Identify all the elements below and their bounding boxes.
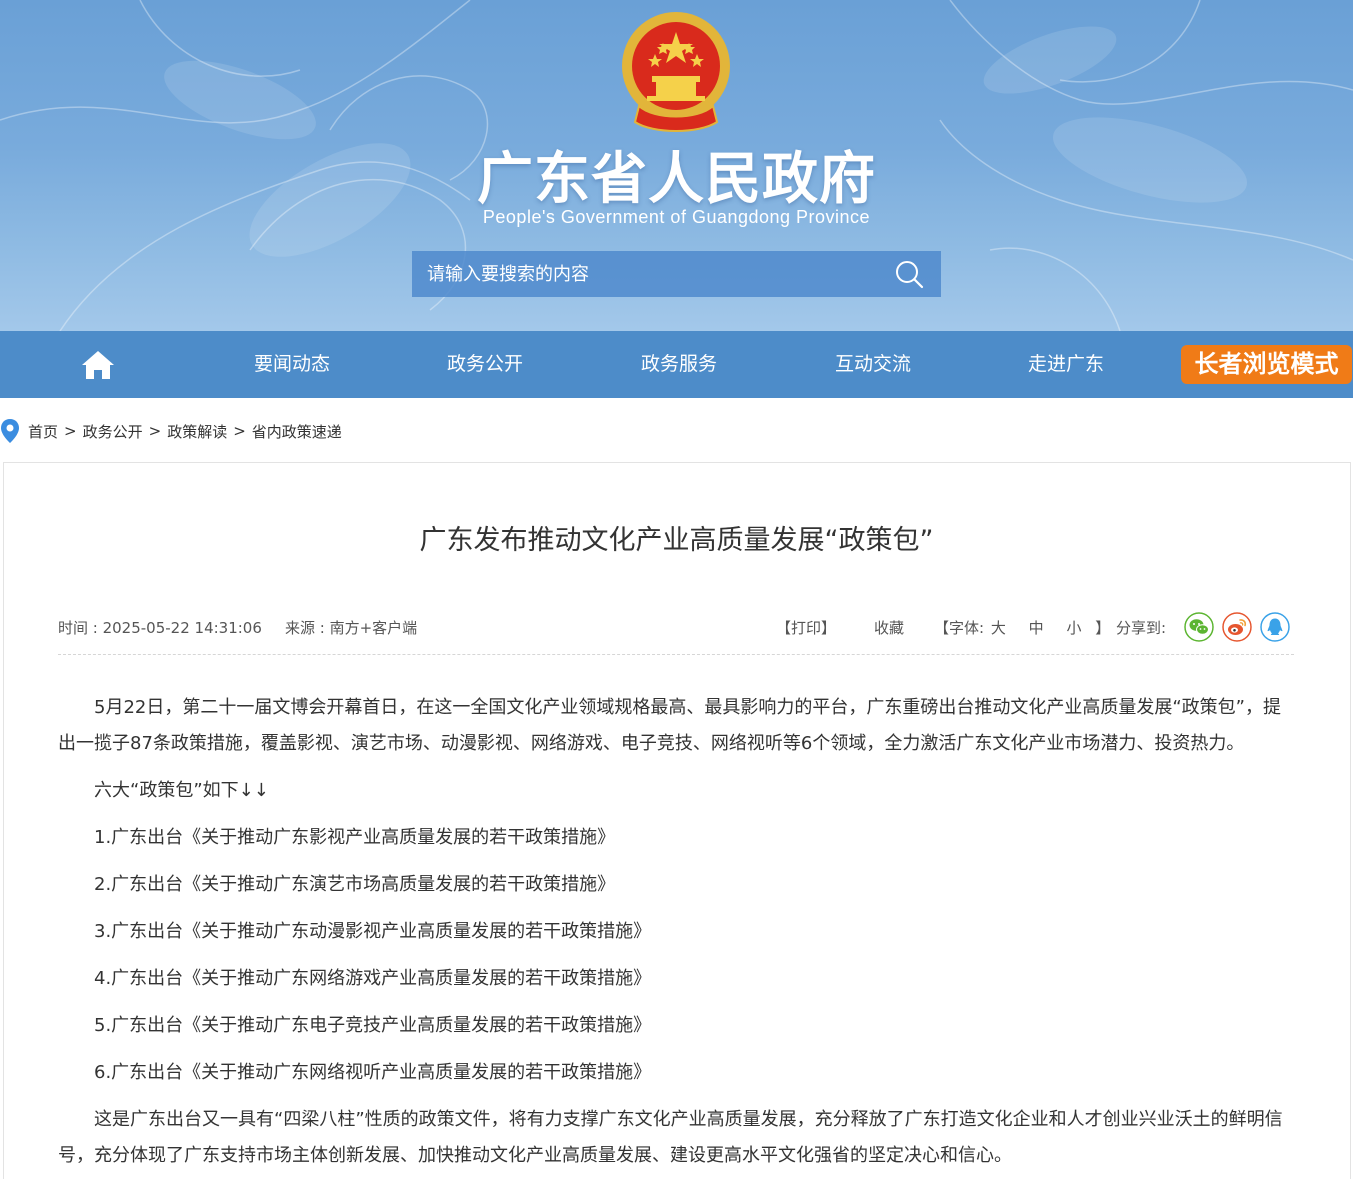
- article-paragraph: 5.广东出台《关于推动广东电子竞技产业高质量发展的若干政策措施》: [94, 1015, 652, 1036]
- print-button[interactable]: 【打印】: [776, 617, 836, 638]
- header-banner: 广东省人民政府 People's Government of Guangdong…: [0, 0, 1353, 331]
- nav-home[interactable]: [66, 346, 130, 384]
- national-emblem-icon: [622, 12, 730, 132]
- article-paragraph: 4.广东出台《关于推动广东网络游戏产业高质量发展的若干政策措施》: [94, 968, 652, 989]
- font-small-button[interactable]: 小: [1066, 619, 1081, 637]
- share-label: 分享到:: [1116, 619, 1167, 637]
- site-title: 广东省人民政府: [477, 147, 876, 212]
- meta-divider: [58, 654, 1294, 655]
- breadcrumb-separator: >: [233, 422, 246, 440]
- nav-item-gov-affairs[interactable]: 政务公开: [405, 331, 565, 398]
- breadcrumb-provincial-policy[interactable]: 省内政策速递: [252, 421, 342, 442]
- breadcrumb-home[interactable]: 首页: [28, 421, 58, 442]
- search-input[interactable]: [412, 251, 877, 297]
- search-bar: [412, 251, 941, 297]
- nav-item-interaction[interactable]: 互动交流: [793, 331, 953, 398]
- article-paragraph: 3.广东出台《关于推动广东动漫影视产业高质量发展的若干政策措施》: [94, 921, 652, 942]
- search-icon: [896, 261, 924, 289]
- font-medium-button[interactable]: 中: [1029, 619, 1044, 637]
- wechat-share-icon[interactable]: [1184, 612, 1214, 642]
- home-icon: [82, 351, 114, 379]
- font-size-label: 【字体:: [934, 619, 985, 637]
- font-large-button[interactable]: 大: [991, 619, 1006, 637]
- favorite-button[interactable]: 收藏: [874, 617, 904, 638]
- article-paragraph: 1.广东出台《关于推动广东影视产业高质量发展的若干政策措施》: [94, 827, 616, 848]
- breadcrumb-separator: >: [64, 422, 77, 440]
- article-paragraph: 6.广东出台《关于推动广东网络视听产业高质量发展的若干政策措施》: [94, 1062, 652, 1083]
- weibo-share-icon[interactable]: [1222, 612, 1252, 642]
- font-size-close: 】: [1095, 619, 1111, 637]
- location-pin-icon: [1, 419, 19, 443]
- font-size-control: 【字体: 大 中 小 】: [934, 617, 1110, 638]
- nav-item-services[interactable]: 政务服务: [599, 331, 759, 398]
- search-button[interactable]: [877, 251, 941, 297]
- article-paragraph: 5月22日，第二十一届文博会开幕首日，在这一全国文化产业领域规格最高、最具影响力…: [58, 697, 1281, 754]
- elder-mode-button[interactable]: 长者浏览模式: [1181, 345, 1352, 384]
- nav-item-about-guangdong[interactable]: 走进广东: [986, 331, 1146, 398]
- article-source: 来源 : 南方+客户端: [285, 619, 418, 637]
- publish-time: 时间 : 2025-05-22 14:31:06: [58, 619, 262, 637]
- breadcrumb-gov-affairs[interactable]: 政务公开: [83, 421, 143, 442]
- article-title: 广东发布推动文化产业高质量发展“政策包”: [419, 525, 934, 556]
- article-paragraph: 六大“政策包”如下↓↓: [94, 780, 269, 801]
- nav-item-news[interactable]: 要闻动态: [212, 331, 372, 398]
- main-nav: 要闻动态 政务公开 政务服务 互动交流 走进广东: [0, 331, 1353, 398]
- article-paragraph: 2.广东出台《关于推动广东演艺市场高质量发展的若干政策措施》: [94, 874, 616, 895]
- breadcrumb: 首页 > 政务公开 > 政策解读 > 省内政策速递: [0, 418, 342, 444]
- breadcrumb-separator: >: [148, 422, 162, 440]
- site-subtitle: People's Government of Guangdong Provinc…: [482, 207, 871, 227]
- article-body: 5月22日，第二十一届文博会开幕首日，在这一全国文化产业领域规格最高、最具影响力…: [58, 690, 1298, 1174]
- article-paragraph: 这是广东出台又一具有“四梁八柱”性质的政策文件，将有力支撑广东文化产业高质量发展…: [58, 1109, 1283, 1166]
- qq-share-icon[interactable]: [1260, 612, 1290, 642]
- breadcrumb-policy-interpretation[interactable]: 政策解读: [167, 421, 227, 442]
- article-meta: 时间 : 2025-05-22 14:31:06 来源 : 南方+客户端 【打印…: [58, 612, 1294, 642]
